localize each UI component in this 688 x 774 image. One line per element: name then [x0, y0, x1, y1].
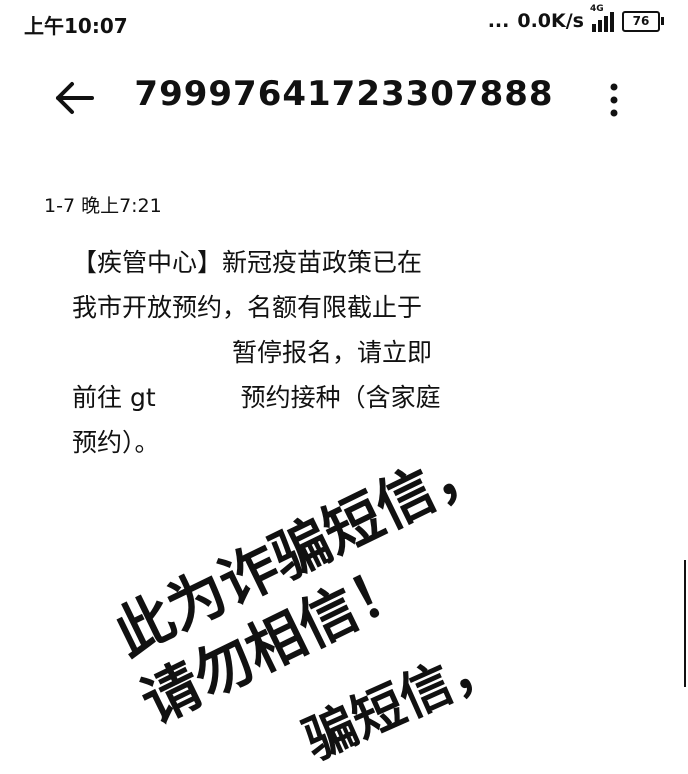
- message-line-4: 前往 gt 预约接种（含家庭: [72, 375, 472, 420]
- app-bar: 79997641723307888: [0, 62, 688, 134]
- message-line-1: 【疾管中心】新冠疫苗政策已在: [72, 248, 423, 277]
- status-right: ... 0.0K/s 4G 76: [487, 4, 664, 32]
- more-vertical-icon: [610, 83, 618, 117]
- signal-icon: 4G: [590, 4, 614, 32]
- message-line-4-text: 预约接种（含家庭: [240, 383, 441, 412]
- status-dots: ...: [487, 10, 510, 32]
- message-line-2: 我市开放预约，名额有限截止于: [72, 293, 423, 322]
- redacted-text: [72, 340, 232, 368]
- redacted-link: [155, 385, 241, 413]
- sender-number-title: 79997641723307888: [134, 74, 554, 114]
- status-bar: 上午10:07 ... 0.0K/s 4G 76: [0, 0, 688, 48]
- more-options-button[interactable]: [604, 82, 624, 118]
- message-link-fragment[interactable]: 前往 gt: [72, 383, 156, 412]
- message-timestamp: 1-7 晚上7:21: [44, 195, 162, 217]
- battery-level: 76: [622, 10, 660, 32]
- message-line-3: 暂停报名，请立即: [72, 330, 472, 375]
- message-line-3-text: 暂停报名，请立即: [232, 338, 433, 367]
- network-type-label: 4G: [590, 4, 604, 14]
- edge-line: [684, 560, 686, 687]
- battery-icon: 76: [622, 10, 664, 32]
- status-time: 上午10:07: [24, 14, 128, 38]
- network-speed: 0.0K/s: [517, 10, 584, 32]
